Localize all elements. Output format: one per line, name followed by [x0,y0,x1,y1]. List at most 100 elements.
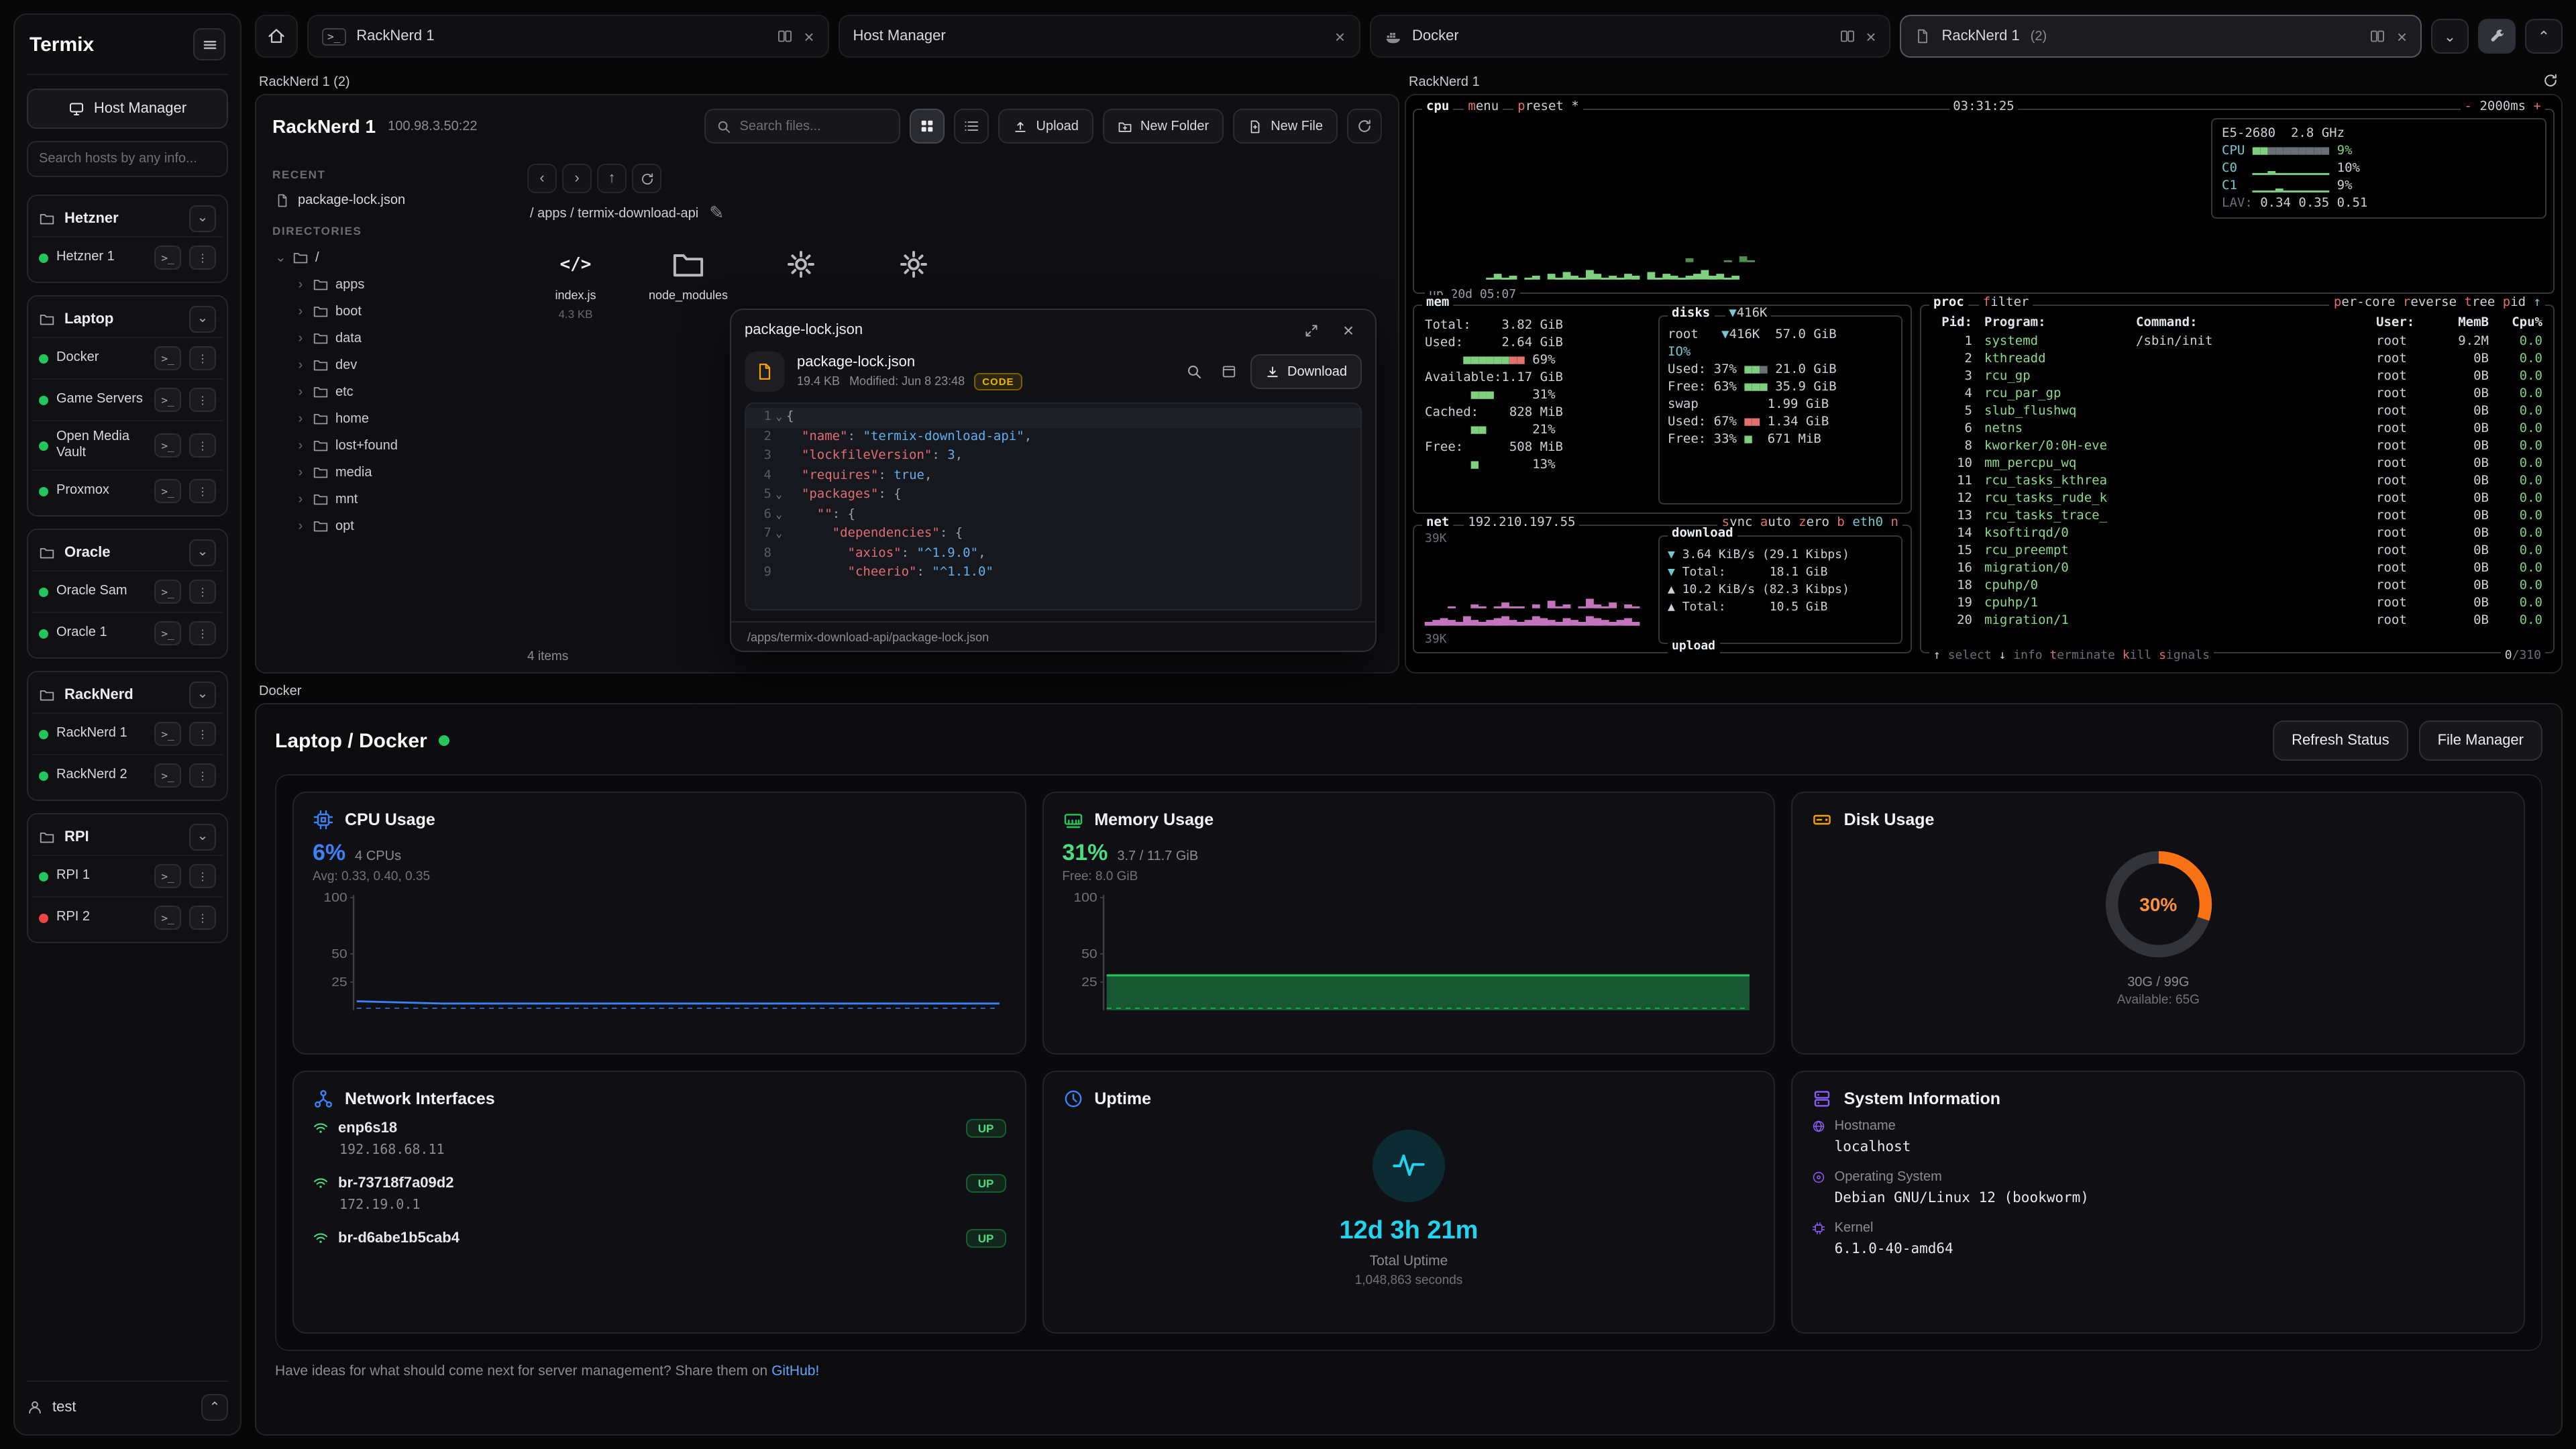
tools-button[interactable] [2478,19,2516,54]
tabbar-collapse-button[interactable]: ⌄ [2431,19,2469,54]
process-row[interactable]: 2kthreaddroot0B0.0 [1921,350,2553,368]
file-search-input[interactable] [740,119,889,133]
close-tab-icon[interactable]: × [1866,28,1876,45]
sidebar-menu-button[interactable] [193,28,225,60]
open-terminal-button[interactable]: >_ [154,346,181,370]
tree-item-home[interactable]: ›home [272,405,514,432]
host-manager-button[interactable]: Host Manager [27,89,228,129]
refresh-files-button[interactable] [1347,109,1382,144]
nav-refresh-button[interactable] [632,164,661,193]
process-row[interactable]: 11rcu_tasks_kthrearoot0B0.0 [1921,472,2553,490]
nav-back-button[interactable]: ‹ [527,164,557,193]
collapse-group-button[interactable]: ⌄ [189,305,216,332]
host-item-racknerd-1[interactable]: RackNerd 1>_⋮ [32,712,223,754]
tree-item-lost-found[interactable]: ›lost+found [272,432,514,459]
host-menu-button[interactable]: ⋮ [189,864,216,888]
host-menu-button[interactable]: ⋮ [189,479,216,503]
tab-racknerd-1-0[interactable]: >_RackNerd 1× [307,15,829,58]
file-tile-index-js[interactable]: </>index.js4.3 KB [527,237,624,329]
collapse-group-button[interactable]: ⌄ [189,823,216,850]
recent-item-package-lock-json[interactable]: package-lock.json [272,188,514,213]
breadcrumb[interactable]: / apps / termix-download-api ✎ [527,197,1382,237]
host-item-rpi-1[interactable]: RPI 1>_⋮ [32,855,223,896]
open-terminal-button[interactable]: >_ [154,479,181,503]
tree-item-mnt[interactable]: ›mnt [272,486,514,513]
group-header-racknerd[interactable]: RackNerd⌄ [32,676,223,712]
nav-forward-button[interactable]: › [562,164,592,193]
tree-item-dev[interactable]: ›dev [272,352,514,378]
process-row[interactable]: 19cpuhp/1root0B0.0 [1921,594,2553,612]
reconnect-button[interactable] [2542,72,2559,92]
grid-view-button[interactable] [910,109,945,144]
tab-racknerd-1-3[interactable]: RackNerd 1(2)× [1900,15,2422,58]
split-tab-icon[interactable] [2370,28,2386,44]
file-tile-node-modules[interactable]: node_modules [640,237,737,329]
process-row[interactable]: 5slub_flushwqroot0B0.0 [1921,402,2553,420]
open-terminal-button[interactable]: >_ [154,864,181,888]
open-terminal-button[interactable]: >_ [154,580,181,604]
group-header-hetzner[interactable]: Hetzner⌄ [32,200,223,236]
tree-item-media[interactable]: ›media [272,459,514,486]
process-row[interactable]: 14ksoftirqd/0root0B0.0 [1921,525,2553,542]
open-terminal-button[interactable]: >_ [154,621,181,645]
tree-item-boot[interactable]: ›boot [272,298,514,325]
home-button[interactable] [255,15,298,58]
open-terminal-button[interactable]: >_ [154,388,181,412]
host-menu-button[interactable]: ⋮ [189,763,216,788]
new-file-button[interactable]: New File [1233,109,1338,144]
host-menu-button[interactable]: ⋮ [189,906,216,930]
open-in-panel-button[interactable] [1215,358,1242,385]
open-terminal-button[interactable]: >_ [154,246,181,270]
host-menu-button[interactable]: ⋮ [189,621,216,645]
open-terminal-button[interactable]: >_ [154,722,181,746]
new-folder-button[interactable]: New Folder [1103,109,1224,144]
host-menu-button[interactable]: ⋮ [189,346,216,370]
code-preview[interactable]: 1⌄{2 "name": "termix-download-api",3 "lo… [745,402,1362,610]
host-item-rpi-2[interactable]: RPI 2>_⋮ [32,896,223,938]
tree-item-etc[interactable]: ›etc [272,378,514,405]
process-row[interactable]: 6netnsroot0B0.0 [1921,420,2553,437]
collapse-group-button[interactable]: ⌄ [189,681,216,708]
close-tab-icon[interactable]: × [804,28,814,45]
tabbar-expand-button[interactable]: ⌃ [2525,19,2563,54]
host-item-hetzner-1[interactable]: Hetzner 1>_⋮ [32,236,223,278]
host-item-game-servers[interactable]: Game Servers>_⋮ [32,378,223,420]
close-tab-icon[interactable]: × [1335,28,1345,45]
process-row[interactable]: 12rcu_tasks_rude_kroot0B0.0 [1921,490,2553,507]
user-menu-button[interactable]: ⌃ [201,1394,228,1421]
host-menu-button[interactable]: ⋮ [189,433,216,458]
tree-item-opt[interactable]: ›opt [272,513,514,539]
host-item-docker[interactable]: Docker>_⋮ [32,337,223,378]
host-menu-button[interactable]: ⋮ [189,722,216,746]
host-menu-button[interactable]: ⋮ [189,246,216,270]
tab-docker-2[interactable]: Docker× [1369,15,1891,58]
process-row[interactable]: 20migration/1root0B0.0 [1921,612,2553,629]
close-modal-button[interactable]: × [1335,317,1362,343]
host-item-open-media-vault[interactable]: Open Media Vault>_⋮ [32,420,223,470]
group-header-rpi[interactable]: RPI⌄ [32,818,223,855]
process-row[interactable]: 1systemd/sbin/initroot9.2M0.0 [1921,333,2553,350]
process-row[interactable]: 13rcu_tasks_trace_root0B0.0 [1921,507,2553,525]
refresh-status-button[interactable]: Refresh Status [2273,720,2408,761]
tab-host-manager-1[interactable]: Host Manager× [839,15,1360,58]
open-terminal-button[interactable]: >_ [154,433,181,458]
host-menu-button[interactable]: ⋮ [189,388,216,412]
host-item-oracle-sam[interactable]: Oracle Sam>_⋮ [32,570,223,612]
tree-item-data[interactable]: ›data [272,325,514,352]
list-view-button[interactable] [955,109,989,144]
process-row[interactable]: 3rcu_gproot0B0.0 [1921,368,2553,385]
upload-button[interactable]: Upload [999,109,1093,144]
file-manager-button[interactable]: File Manager [2419,720,2542,761]
group-header-oracle[interactable]: Oracle⌄ [32,534,223,570]
process-row[interactable]: 4rcu_par_gproot0B0.0 [1921,385,2553,402]
expand-modal-button[interactable] [1297,317,1324,343]
process-table[interactable]: 1systemd/sbin/initroot9.2M0.02kthreaddro… [1921,333,2553,629]
nav-up-button[interactable]: ↑ [597,164,627,193]
split-tab-icon[interactable] [1839,28,1855,44]
process-row[interactable]: 15rcu_preemptroot0B0.0 [1921,542,2553,559]
terminal-screen[interactable]: cpu menu preset * 03:31:25 - 2000ms + ▂ … [1405,94,2563,674]
edit-path-button[interactable]: ✎ [709,203,724,224]
close-tab-icon[interactable]: × [2397,28,2407,45]
collapse-group-button[interactable]: ⌄ [189,205,216,231]
group-header-laptop[interactable]: Laptop⌄ [32,301,223,337]
